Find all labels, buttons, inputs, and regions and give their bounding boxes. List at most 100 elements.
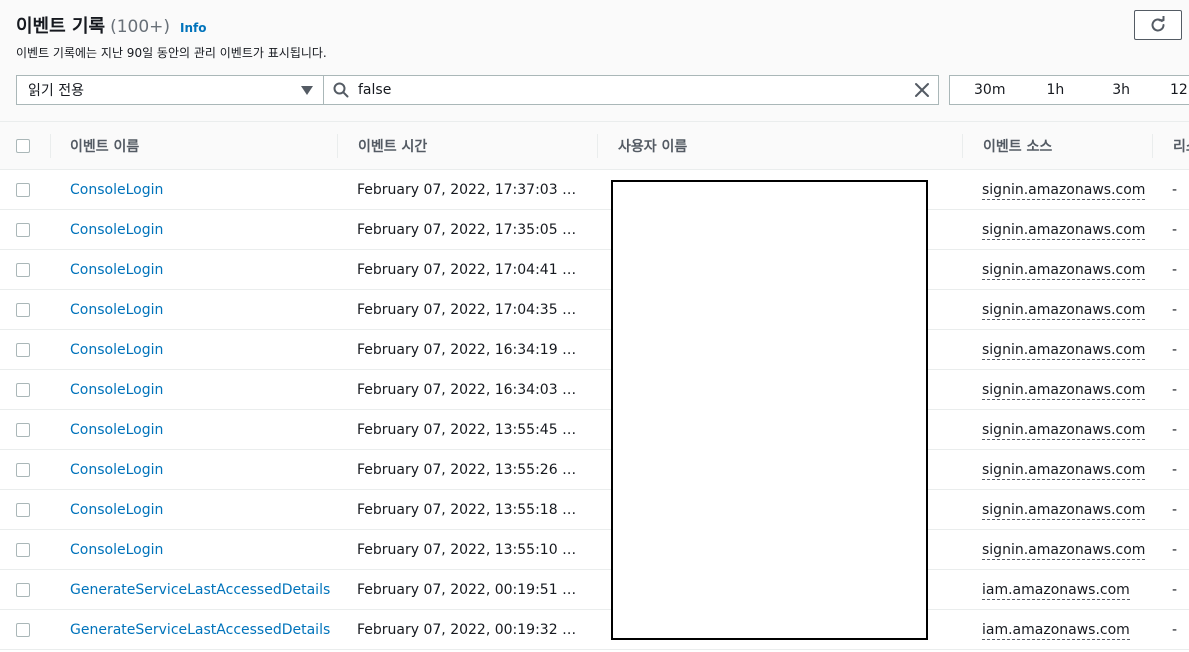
column-header-resource[interactable]: 리소 [1173, 122, 1189, 170]
column-divider [962, 134, 963, 158]
refresh-button[interactable] [1134, 10, 1182, 40]
row-checkbox-cell [16, 250, 30, 290]
event-name-cell: GenerateServiceLastAccessedDetails [70, 570, 330, 610]
event-count: (100+) [110, 17, 171, 37]
column-header-event-source[interactable]: 이벤트 소스 [983, 122, 1052, 170]
event-source-cell: iam.amazonaws.com [982, 570, 1130, 610]
select-all-checkbox[interactable] [16, 139, 30, 153]
column-header-event-name[interactable]: 이벤트 이름 [70, 122, 139, 170]
event-name-link[interactable]: ConsoleLogin [70, 182, 163, 198]
column-divider [1152, 134, 1153, 158]
event-source-cell: signin.amazonaws.com [982, 370, 1146, 410]
info-link[interactable]: Info [180, 21, 206, 35]
event-source[interactable]: signin.amazonaws.com [982, 341, 1146, 360]
resource-value: - [1172, 222, 1178, 238]
row-checkbox[interactable] [16, 543, 30, 557]
event-name-link[interactable]: ConsoleLogin [70, 502, 163, 518]
table-row: ConsoleLogin February 07, 2022, 13:55:10 … [0, 530, 1189, 570]
column-divider [597, 134, 598, 158]
event-source[interactable]: iam.amazonaws.com [982, 581, 1130, 600]
row-checkbox[interactable] [16, 303, 30, 317]
resource-value: - [1172, 382, 1178, 398]
event-name-link[interactable]: ConsoleLogin [70, 342, 163, 358]
time-range-3h[interactable]: 3h [1112, 82, 1130, 98]
event-time: February 07, 2022, 17:04:35 (UTC+09:00) [357, 302, 579, 318]
column-header-user-name[interactable]: 사용자 이름 [618, 122, 687, 170]
time-range-12h[interactable]: 12 [1170, 82, 1188, 98]
event-source-cell: signin.amazonaws.com [982, 250, 1146, 290]
time-range-selector: 30m 1h 3h 12 [949, 75, 1189, 105]
event-source[interactable]: signin.amazonaws.com [982, 501, 1146, 520]
event-name-link[interactable]: ConsoleLogin [70, 222, 163, 238]
resource-value: - [1172, 342, 1178, 358]
event-name-link[interactable]: ConsoleLogin [70, 462, 163, 478]
event-time: February 07, 2022, 00:19:51 (UTC+09:00) [357, 582, 579, 598]
close-icon[interactable] [914, 82, 930, 98]
event-time: February 07, 2022, 17:37:03 (UTC+09:00) [357, 182, 579, 198]
event-name-link[interactable]: GenerateServiceLastAccessedDetails [70, 582, 330, 598]
row-checkbox[interactable] [16, 583, 30, 597]
row-checkbox-cell [16, 490, 30, 530]
row-checkbox[interactable] [16, 263, 30, 277]
event-source[interactable]: signin.amazonaws.com [982, 421, 1146, 440]
refresh-icon [1151, 16, 1165, 32]
row-checkbox-cell [16, 410, 30, 450]
row-checkbox-cell [16, 290, 30, 330]
table-row: ConsoleLogin February 07, 2022, 16:34:03 … [0, 370, 1189, 410]
row-checkbox[interactable] [16, 463, 30, 477]
event-name-link[interactable]: ConsoleLogin [70, 302, 163, 318]
table-row: ConsoleLogin February 07, 2022, 17:35:05 … [0, 210, 1189, 250]
row-checkbox[interactable] [16, 423, 30, 437]
row-checkbox-cell [16, 330, 30, 370]
event-name-cell: ConsoleLogin [70, 530, 163, 570]
event-name-cell: ConsoleLogin [70, 370, 163, 410]
table-row: ConsoleLogin February 07, 2022, 13:55:18 … [0, 490, 1189, 530]
attribute-select-value: 읽기 전용 [28, 83, 84, 99]
event-name-link[interactable]: ConsoleLogin [70, 382, 163, 398]
table-row: ConsoleLogin February 07, 2022, 17:04:41 … [0, 250, 1189, 290]
event-name-link[interactable]: ConsoleLogin [70, 542, 163, 558]
resource-value: - [1172, 502, 1178, 518]
event-source[interactable]: signin.amazonaws.com [982, 221, 1146, 240]
column-header-event-time[interactable]: 이벤트 시간 [358, 122, 427, 170]
time-range-1h[interactable]: 1h [1046, 82, 1064, 98]
table-body: ConsoleLogin February 07, 2022, 17:37:03 … [0, 170, 1189, 650]
row-checkbox[interactable] [16, 623, 30, 637]
event-name-cell: ConsoleLogin [70, 490, 163, 530]
resource-value: - [1172, 302, 1178, 318]
event-source[interactable]: signin.amazonaws.com [982, 541, 1146, 560]
redacted-user-names [611, 180, 928, 640]
row-checkbox-cell [16, 570, 30, 610]
event-source[interactable]: signin.amazonaws.com [982, 381, 1146, 400]
event-source-cell: signin.amazonaws.com [982, 530, 1146, 570]
row-checkbox[interactable] [16, 383, 30, 397]
row-checkbox[interactable] [16, 503, 30, 517]
row-checkbox[interactable] [16, 183, 30, 197]
event-name-link[interactable]: ConsoleLogin [70, 422, 163, 438]
event-source-cell: signin.amazonaws.com [982, 410, 1146, 450]
row-checkbox[interactable] [16, 343, 30, 357]
time-range-30m[interactable]: 30m [974, 82, 1005, 98]
event-source[interactable]: signin.amazonaws.com [982, 261, 1146, 280]
event-name-link[interactable]: GenerateServiceLastAccessedDetails [70, 622, 330, 638]
page-title: 이벤트 기록 [16, 16, 106, 37]
search-field[interactable] [323, 75, 939, 105]
event-name-link[interactable]: ConsoleLogin [70, 262, 163, 278]
attribute-select[interactable]: 읽기 전용 [16, 75, 324, 105]
row-checkbox-cell [16, 610, 30, 650]
event-source-cell: signin.amazonaws.com [982, 210, 1146, 250]
row-checkbox-cell [16, 170, 30, 210]
event-source[interactable]: signin.amazonaws.com [982, 301, 1146, 320]
event-source[interactable]: signin.amazonaws.com [982, 181, 1146, 200]
table-row: ConsoleLogin February 07, 2022, 17:37:03 … [0, 170, 1189, 210]
event-source[interactable]: signin.amazonaws.com [982, 461, 1146, 480]
row-checkbox[interactable] [16, 223, 30, 237]
search-input[interactable] [358, 82, 898, 98]
event-source[interactable]: iam.amazonaws.com [982, 621, 1130, 640]
resource-value: - [1172, 622, 1178, 638]
table-row: ConsoleLogin February 07, 2022, 13:55:26 … [0, 450, 1189, 490]
event-source-cell: signin.amazonaws.com [982, 490, 1146, 530]
event-time: February 07, 2022, 17:04:41 (UTC+09:00) [357, 262, 579, 278]
page-header: 이벤트 기록 (100+) Info 이벤트 기록에는 지난 90일 동안의 관… [0, 0, 1189, 121]
search-icon [324, 76, 358, 104]
